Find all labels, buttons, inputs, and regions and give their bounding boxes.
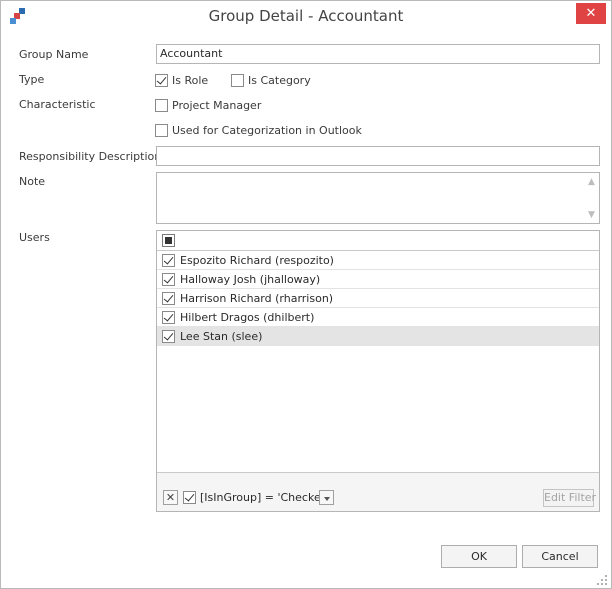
user-row[interactable]: Espozito Richard (respozito) [157, 251, 599, 270]
user-name: Harrison Richard (rharrison) [180, 291, 334, 305]
close-icon: ✕ [585, 6, 597, 21]
cancel-button[interactable]: Cancel [522, 545, 598, 568]
characteristic-label: Characteristic [19, 98, 96, 111]
user-name: Halloway Josh (jhalloway) [180, 272, 321, 286]
close-icon: ✕ [165, 491, 176, 504]
is-category-option[interactable]: Is Category [231, 72, 311, 88]
is-category-label: Is Category [248, 73, 311, 87]
is-role-option[interactable]: Is Role [155, 72, 208, 88]
categorization-option[interactable]: Used for Categorization in Outlook [155, 122, 362, 138]
is-role-checkbox[interactable] [155, 73, 168, 87]
clear-filter-button[interactable]: ✕ [163, 490, 178, 505]
resize-grip-icon[interactable] [597, 575, 607, 585]
user-checkbox[interactable] [162, 253, 175, 267]
user-checkbox[interactable] [162, 272, 175, 286]
note-scrollbar[interactable]: ▲ ▼ [584, 173, 599, 223]
project-manager-label: Project Manager [172, 98, 262, 112]
window-title: Group Detail - Accountant [208, 7, 404, 25]
filter-history-dropdown[interactable] [319, 490, 334, 505]
categorization-label: Used for Categorization in Outlook [172, 123, 362, 137]
chevron-down-icon[interactable]: ▼ [588, 210, 595, 220]
title-bar[interactable]: Group Detail - Accountant ✕ [1, 1, 611, 31]
user-checkbox[interactable] [162, 329, 175, 343]
grid-header [157, 231, 599, 251]
edit-filter-button[interactable]: Edit Filter [543, 489, 596, 507]
user-row[interactable]: Lee Stan (slee) [157, 327, 599, 346]
select-all-checkbox[interactable] [162, 234, 175, 247]
note-textarea[interactable]: ▲ ▼ [156, 172, 600, 224]
categorization-checkbox[interactable] [155, 123, 168, 137]
project-manager-option[interactable]: Project Manager [155, 97, 261, 113]
project-manager-checkbox[interactable] [155, 98, 168, 112]
is-category-checkbox[interactable] [231, 73, 244, 87]
group-name-input[interactable]: Accountant [156, 44, 600, 64]
user-checkbox[interactable] [162, 310, 175, 324]
user-name: Espozito Richard (respozito) [180, 253, 334, 267]
user-name: Hilbert Dragos (dhilbert) [180, 310, 315, 324]
user-name: Lee Stan (slee) [180, 329, 263, 343]
type-label: Type [19, 73, 45, 86]
responsibility-input[interactable] [156, 146, 600, 166]
user-row[interactable]: Halloway Josh (jhalloway) [157, 270, 599, 289]
user-checkbox[interactable] [162, 291, 175, 305]
close-button[interactable]: ✕ [576, 3, 606, 24]
is-role-label: Is Role [172, 73, 209, 87]
responsibility-label: Responsibility Description [19, 150, 162, 163]
filter-expression[interactable]: [IsInGroup] = 'Checked' [200, 491, 331, 504]
group-name-label: Group Name [19, 48, 89, 61]
note-label: Note [19, 175, 46, 188]
user-row[interactable]: Harrison Richard (rharrison) [157, 289, 599, 308]
user-row[interactable]: Hilbert Dragos (dhilbert) [157, 308, 599, 327]
filter-panel: ✕ [IsInGroup] = 'Checked' Edit Filter [157, 472, 599, 511]
users-label: Users [19, 231, 50, 244]
filter-enabled-checkbox[interactable] [183, 491, 196, 504]
users-grid: Espozito Richard (respozito) Halloway Jo… [156, 230, 600, 512]
ok-button[interactable]: OK [441, 545, 517, 568]
group-detail-dialog: Group Detail - Accountant ✕ Group Name A… [0, 0, 612, 589]
chevron-up-icon[interactable]: ▲ [588, 177, 595, 187]
